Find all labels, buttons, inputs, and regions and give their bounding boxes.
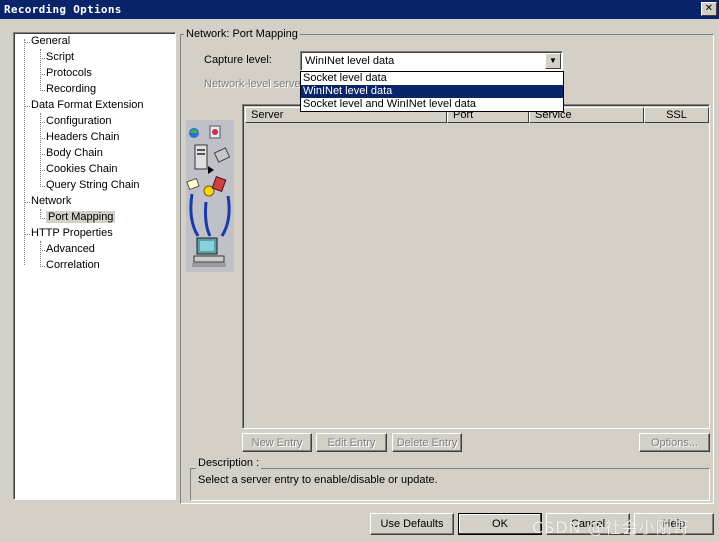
tree-connector-branch (40, 74, 45, 75)
description-title: Description : (196, 457, 262, 469)
edit-entry-button[interactable]: Edit Entry (316, 433, 387, 452)
tree-connector-branch (40, 154, 45, 155)
tree-item-label: Data Format Extension (31, 99, 144, 111)
group-title: Network: Port Mapping (184, 28, 300, 40)
tree-connector-data-format (40, 113, 41, 185)
delete-entry-button[interactable]: Delete Entry (392, 433, 462, 452)
tree-item-advanced[interactable]: Advanced (46, 242, 95, 257)
tree-item-recording[interactable]: Recording (46, 82, 96, 97)
capture-level-select[interactable]: WinINet level data ▼ (300, 51, 563, 71)
tree-item-label: Correlation (46, 259, 100, 271)
tree-item-label: Advanced (46, 243, 95, 255)
tree-item-general[interactable]: General (31, 34, 70, 49)
tree-connector-branch (40, 58, 45, 59)
tree-item-label: Query String Chain (46, 179, 140, 191)
window-title: Recording Options (4, 3, 122, 16)
port-mapping-list[interactable]: Server Port Service SSL (242, 104, 710, 429)
tree-connector-branch (24, 106, 30, 107)
tree-item-label: Cookies Chain (46, 163, 118, 175)
close-icon[interactable]: ✕ (701, 2, 717, 16)
column-header-ssl[interactable]: SSL (644, 107, 709, 123)
network-server-label: Network-level serve (204, 78, 301, 90)
window-title-bar[interactable]: Recording Options ✕ (0, 0, 719, 19)
use-defaults-button[interactable]: Use Defaults (370, 513, 454, 535)
tree-item-cookies-chain[interactable]: Cookies Chain (46, 162, 118, 177)
tree-item-query-string-chain[interactable]: Query String Chain (46, 178, 140, 193)
tree-item-label: Configuration (46, 115, 112, 127)
capture-option-wininet[interactable]: WinINet level data (301, 85, 563, 98)
chevron-down-icon[interactable]: ▼ (545, 53, 561, 69)
tree-item-label: Body Chain (46, 147, 103, 159)
ok-button[interactable]: OK (458, 513, 542, 535)
tree-connector-general (40, 49, 41, 89)
tree-item-label: Headers Chain (46, 131, 120, 143)
tree-connector-branch (40, 250, 45, 251)
tree-item-label: Network (31, 195, 72, 207)
tree-connector-http (40, 241, 41, 265)
capture-level-dropdown[interactable]: Socket level data WinINet level data Soc… (300, 71, 564, 112)
tree-item-label: Protocols (46, 67, 92, 79)
tree-item-body-chain[interactable]: Body Chain (46, 146, 103, 161)
tree-item-headers-chain[interactable]: Headers Chain (46, 130, 119, 145)
tree-connector-branch (24, 42, 30, 43)
tree-connector-branch (24, 234, 30, 235)
tree-connector-branch (40, 138, 45, 139)
new-entry-button[interactable]: New Entry (242, 433, 312, 452)
options-button[interactable]: Options... (639, 433, 710, 452)
watermark-text: CSDN @社会小刚哥 (532, 518, 690, 537)
tree-item-correlation[interactable]: Correlation (46, 258, 100, 273)
network-illustration (186, 120, 234, 272)
capture-option-socket[interactable]: Socket level data (301, 72, 563, 85)
tree-connector-branch (24, 202, 30, 203)
description-text: Select a server entry to enable/disable … (198, 474, 438, 486)
tree-item-network[interactable]: Network (31, 194, 71, 209)
options-tree[interactable]: General Script Protocols Recording Data Form… (13, 32, 176, 500)
tree-connector-branch (40, 186, 45, 187)
tree-item-label: General (31, 35, 71, 47)
tree-item-label: HTTP Properties (31, 227, 113, 239)
tree-item-label: Script (46, 51, 75, 63)
tree-connector-branch (40, 122, 45, 123)
tree-connector-network (40, 209, 41, 217)
tree-item-label: Port Mapping (46, 211, 116, 223)
capture-option-both[interactable]: Socket level and WinINet level data (301, 98, 563, 111)
tree-connector-root (24, 39, 25, 265)
tree-connector-branch (40, 90, 45, 91)
capture-level-label: Capture level: (204, 54, 272, 66)
tree-item-protocols[interactable]: Protocols (46, 66, 92, 81)
tree-item-script[interactable]: Script (46, 50, 74, 65)
tree-item-port-mapping[interactable]: Port Mapping (46, 210, 116, 225)
tree-item-data-format-extension[interactable]: Data Format Extension (31, 98, 144, 113)
tree-item-http-properties[interactable]: HTTP Properties (31, 226, 113, 241)
tree-connector-branch (40, 170, 45, 171)
tree-item-label: Recording (46, 83, 97, 95)
tree-item-configuration[interactable]: Configuration (46, 114, 111, 129)
network-diagram-icon (186, 125, 231, 267)
tree-connector-branch (40, 266, 45, 267)
capture-level-value: WinINet level data (305, 55, 395, 67)
tree-connector-branch (40, 218, 45, 219)
